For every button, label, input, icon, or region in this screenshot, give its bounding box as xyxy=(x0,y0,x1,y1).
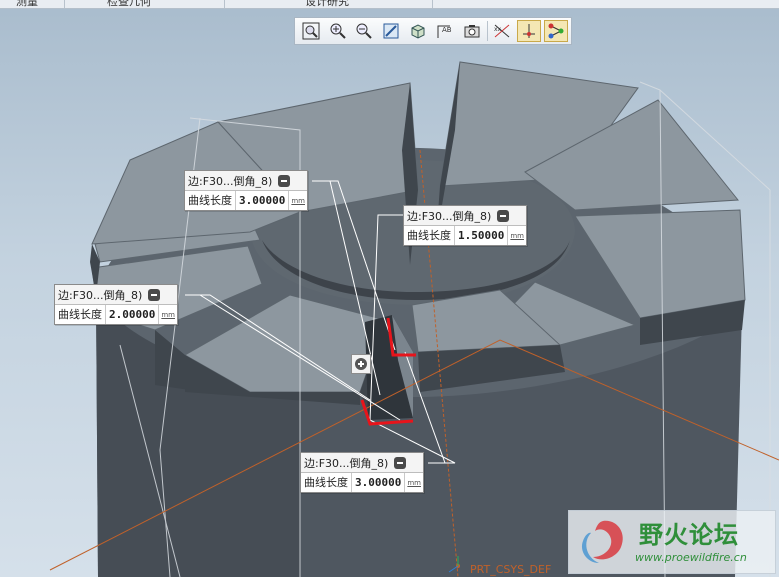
display-style-icon xyxy=(411,24,425,39)
zoom-in-icon xyxy=(330,23,346,39)
collapse-icon[interactable] xyxy=(278,174,291,187)
callout-unit[interactable]: mm xyxy=(508,232,526,240)
watermark-title: 野火论坛 xyxy=(639,521,739,549)
svg-text:AB: AB xyxy=(442,26,452,34)
repaint-icon xyxy=(383,23,399,39)
callout-value: 1.50000 xyxy=(455,226,509,245)
callout-unit[interactable]: mm xyxy=(159,311,177,319)
zoom-out-button[interactable] xyxy=(353,20,377,42)
callout-value: 3.00000 xyxy=(352,473,406,492)
zoom-in-button[interactable] xyxy=(326,20,350,42)
callout-unit[interactable]: mm xyxy=(405,479,423,487)
callout-value: 2.00000 xyxy=(106,305,160,324)
plus-icon xyxy=(355,358,367,370)
zoom-fit-icon xyxy=(302,22,320,40)
callout-label: 曲线长度 xyxy=(55,305,106,324)
annotation-display-button[interactable] xyxy=(544,20,568,42)
callout-label: 曲线长度 xyxy=(185,191,236,210)
measure-callout-1[interactable]: 边:F30...倒角_8) 曲线长度 3.00000 mm xyxy=(184,170,308,211)
callout-value: 3.00000 xyxy=(236,191,290,210)
spin-center-button[interactable] xyxy=(517,20,542,42)
view-manager-icon xyxy=(464,25,480,38)
callout-label: 曲线长度 xyxy=(404,226,455,245)
graphics-viewport[interactable]: 测量 检查几何 设计研究 AB xx 边:F30...倒角_8) 曲线长度 3.… xyxy=(0,0,779,577)
measure-callout-2[interactable]: 边:F30...倒角_8) 曲线长度 1.50000 mm xyxy=(403,205,527,246)
view-toolbar: AB xx xyxy=(294,17,572,45)
display-style-button[interactable] xyxy=(406,20,430,42)
saved-views-icon: AB xyxy=(437,25,452,38)
repaint-button[interactable] xyxy=(379,20,403,42)
zoom-fit-button[interactable] xyxy=(299,20,323,42)
collapse-icon[interactable] xyxy=(497,209,510,222)
callout-title: 边:F30...倒角_8) xyxy=(58,288,143,302)
zoom-out-icon xyxy=(356,23,373,39)
saved-views-button[interactable]: AB xyxy=(433,20,457,42)
callout-title: 边:F30...倒角_8) xyxy=(304,456,389,470)
svg-text:xx: xx xyxy=(494,26,502,33)
annotation-display-icon xyxy=(548,23,564,39)
datum-display-button[interactable]: xx xyxy=(491,20,515,42)
datum-display-icon: xx xyxy=(494,24,510,38)
measure-callout-3[interactable]: 边:F30...倒角_8) 曲线长度 2.00000 mm xyxy=(54,284,178,325)
csys-label: PRT_CSYS_DEF xyxy=(470,563,552,576)
watermark-url: www.proewildfire.cn xyxy=(635,551,747,564)
spin-center-icon xyxy=(523,24,536,38)
collapse-icon[interactable] xyxy=(394,456,407,469)
callout-title: 边:F30...倒角_8) xyxy=(407,209,492,223)
forum-logo-icon xyxy=(581,520,623,563)
view-manager-button[interactable] xyxy=(460,20,484,42)
forum-watermark: 野火论坛 www.proewildfire.cn xyxy=(568,510,776,574)
measure-callout-4[interactable]: 边:F30...倒角_8) 曲线长度 3.00000 mm xyxy=(300,452,424,493)
callout-title: 边:F30...倒角_8) xyxy=(188,174,273,188)
callout-unit[interactable]: mm xyxy=(289,197,307,205)
collapse-icon[interactable] xyxy=(148,288,161,301)
callout-label: 曲线长度 xyxy=(301,473,352,492)
expand-callout-button[interactable] xyxy=(351,354,371,374)
